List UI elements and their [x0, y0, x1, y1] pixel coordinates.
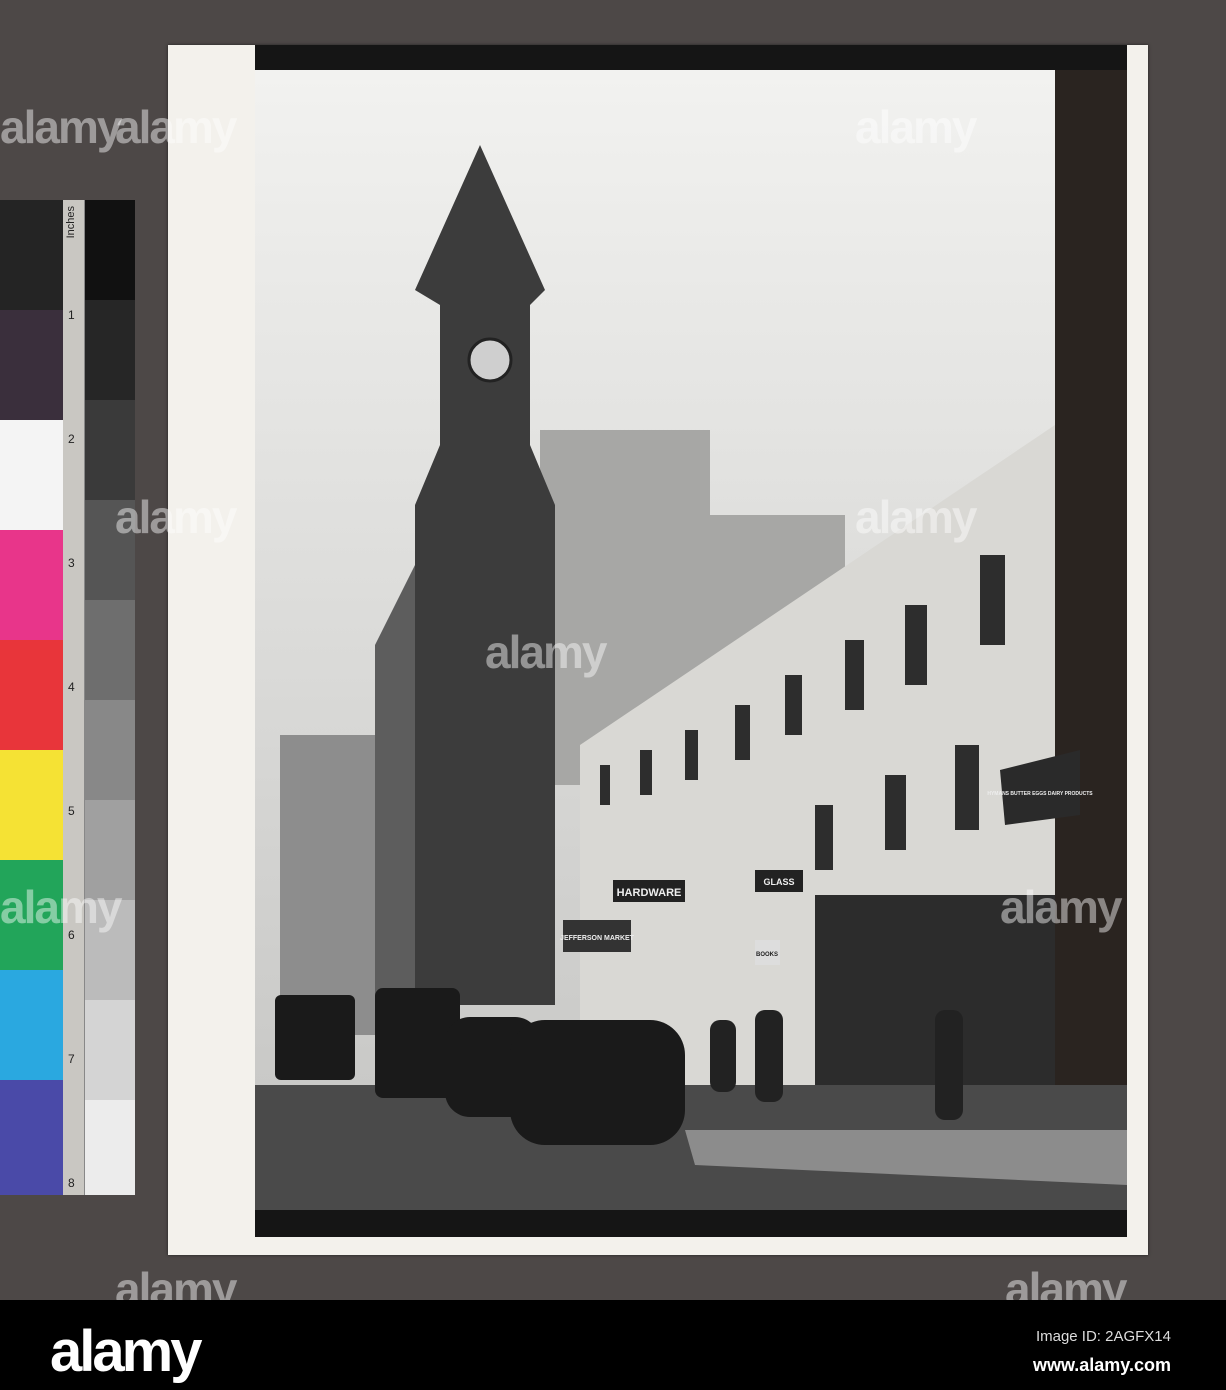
ruler-tick: 2 — [68, 432, 75, 446]
alamy-logo[interactable]: alamy — [50, 1318, 202, 1385]
dairy-sign-text: HYMANS BUTTER EGGS DAIRY PRODUCTS — [987, 791, 1093, 797]
negative-edge — [255, 1210, 1127, 1237]
site-link[interactable]: www.alamy.com — [1033, 1355, 1171, 1376]
ruler-tick: 3 — [68, 556, 75, 570]
negative-edge — [255, 45, 1127, 70]
ruler-tick: 5 — [68, 804, 75, 818]
right-building — [1055, 70, 1127, 1210]
street-photograph: HARDWARE JEFFERSON MARKET BOOKS GLASS HY… — [255, 45, 1127, 1237]
distant-building — [280, 735, 380, 1035]
ruler-tick: 8 — [68, 1176, 75, 1190]
glass-sign-text: GLASS — [763, 877, 794, 887]
ruler-tick: 1 — [68, 308, 75, 322]
ruler-tick: 7 — [68, 1052, 75, 1066]
clock-face — [467, 337, 513, 383]
hardware-sign-text: HARDWARE — [617, 887, 682, 899]
ruler-label: Inches — [65, 206, 77, 239]
inch-ruler: Inches 1 2 3 4 5 6 7 8 — [63, 200, 85, 1195]
clock-tower — [415, 145, 555, 1005]
image-id: Image ID: 2AGFX14 — [1035, 1328, 1171, 1345]
ruler-tick: 4 — [68, 680, 75, 694]
books-sign-text: BOOKS — [756, 952, 778, 958]
footer-bar: alamy Image ID: 2AGFX14 www.alamy.com — [0, 1300, 1226, 1390]
market-sign-text: JEFFERSON MARKET — [560, 935, 635, 942]
